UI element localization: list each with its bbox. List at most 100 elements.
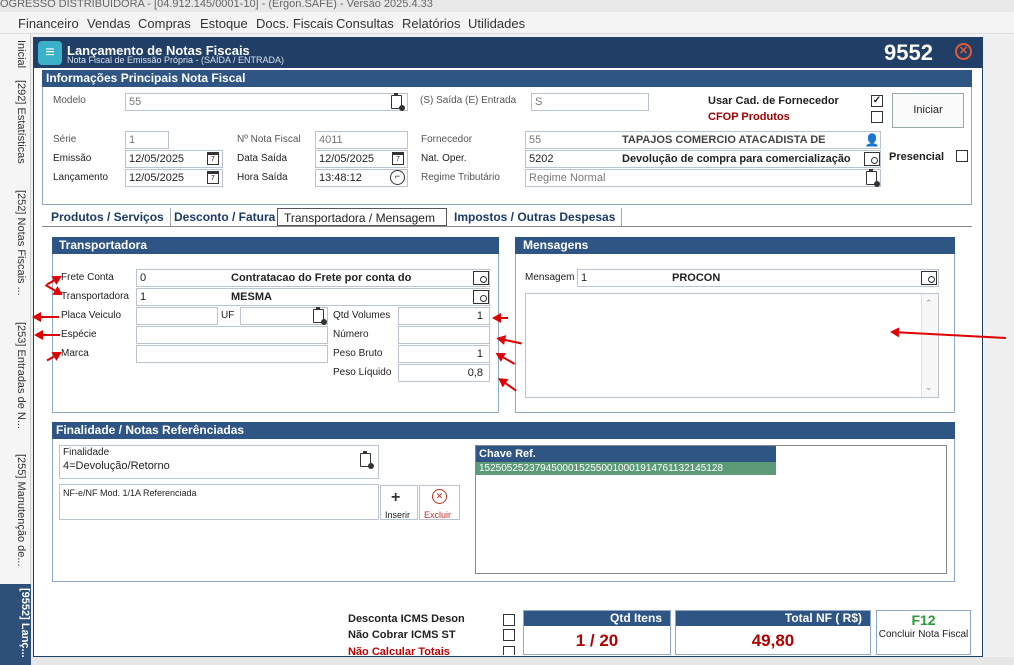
tab-bar: Produtos / Serviços Desconto / Fatura Tr… [45,208,625,228]
frete-field[interactable]: 0 Contratacao do Frete por conta do [136,269,490,287]
presencial-checkbox[interactable] [956,150,968,162]
calendar-icon[interactable]: 7 [392,152,404,165]
desconta-icms-label: Desconta ICMS Deson [348,613,465,625]
mensagem-label: Mensagem [525,272,575,283]
data-saida-label: Data Saída [237,153,288,164]
total-nf-box: Total NF ( R$) 49,80 [675,610,871,655]
num-nf-field[interactable]: 4011 [315,131,408,149]
search-list-icon[interactable] [864,152,880,166]
iniciar-button[interactable]: Iniciar [892,93,964,128]
marca-label: Marca [61,348,89,359]
mensagem-code: 1 [581,272,588,284]
chave-ref-grid[interactable]: Chave Ref. 15250525237945000152550010001… [475,445,947,574]
menu-financeiro[interactable]: Financeiro [18,16,79,31]
serie-label: Série [53,134,77,145]
menu-vendas[interactable]: Vendas [87,16,130,31]
presencial-label: Presencial [889,151,945,163]
saida-entrada-field[interactable]: S [531,93,649,111]
peso-bruto-label: Peso Bruto [333,348,383,359]
calendar-icon[interactable]: 7 [207,152,219,165]
fornecedor-field[interactable]: 55 TAPAJOS COMERCIO ATACADISTA DE [525,131,881,149]
numero-field[interactable] [398,326,490,344]
nat-oper-code: 5202 [529,153,554,165]
transportadora-label: Transportadora [61,291,129,302]
app-title-bar: OGRESSO DISTRIBUIDORA - [04.912.145/0001… [0,0,1014,12]
frete-desc: Contratacao do Frete por conta do [231,272,412,284]
nao-calcular-checkbox[interactable] [503,646,515,655]
clock-icon[interactable]: ⌐ [390,170,405,185]
transportadora-code: 1 [140,291,147,303]
marca-field[interactable] [136,345,328,363]
especie-field[interactable] [136,326,328,344]
tab-desconto[interactable]: Desconto / Fatura [168,208,283,226]
nao-cobrar-label: Não Cobrar ICMS ST [348,629,456,641]
menu-estoque[interactable]: Estoque [200,16,248,31]
finalidade-box[interactable]: Finalidade 4=Devolução/Retorno [59,445,379,479]
transportadora-panel [52,237,499,413]
serie-field[interactable]: 1 [125,131,169,149]
clipboard-icon[interactable] [391,93,405,111]
modelo-field[interactable]: 55 [125,93,408,111]
person-icon[interactable]: 👤 [864,132,880,148]
delete-icon: ✕ [432,489,447,504]
tab-impostos[interactable]: Impostos / Outras Despesas [448,208,623,226]
side-tab-lancamento[interactable]: [9552] Lanç... [0,584,31,665]
nat-oper-label: Nat. Oper. [421,153,467,164]
side-tab-estatisticas[interactable]: [292] Estatísticas [3,80,27,200]
regime-field[interactable]: Regime Normal [525,169,881,187]
clipboard-icon[interactable] [360,451,374,469]
fornecedor-label: Fornecedor [421,134,473,145]
peso-liquido-label: Peso Líquido [333,367,392,378]
nao-cobrar-checkbox[interactable] [503,629,515,641]
peso-bruto-field[interactable]: 1 [398,345,490,363]
menu-consultas[interactable]: Consultas [336,16,394,31]
concluir-label: Concluir Nota Fiscal [878,629,969,640]
cfop-label: CFOP Produtos [708,111,790,123]
excluir-button[interactable]: ✕ Excluir [419,485,460,520]
menu-relatorios[interactable]: Relatórios [402,16,461,31]
mensagem-field[interactable]: 1 PROCON [577,269,939,287]
side-tab-notas-fiscais[interactable]: [252] Notas Fiscais ... [3,190,27,310]
nat-oper-field[interactable]: 5202 Devolução de compra para comerciali… [525,150,881,168]
concluir-button[interactable]: F12 Concluir Nota Fiscal [876,610,971,655]
annotation-arrow [34,316,59,318]
clipboard-icon[interactable] [866,169,880,187]
transportadora-name: MESMA [231,291,272,303]
qtd-volumes-field[interactable]: 1 [398,307,490,325]
side-tab-entradas[interactable]: [253] Entradas de N... [3,322,27,442]
qtd-itens-value: 1 / 20 [575,631,619,650]
chave-ref-row[interactable]: 1525052523794500015255001000191476113214… [476,462,776,475]
menu-docs-fiscais[interactable]: Docs. Fiscais [256,16,333,31]
calendar-icon[interactable]: 7 [207,171,219,184]
clipboard-icon[interactable] [313,307,327,325]
side-tabs: Inicial [292] Estatísticas [252] Notas F… [0,34,31,665]
peso-liquido-field[interactable]: 0,8 [398,364,490,382]
saida-entrada-label: (S) Saída (E) Entrada [420,95,517,106]
cfop-checkbox[interactable] [871,111,883,123]
search-list-icon[interactable] [921,271,937,285]
finalidade-value: 4=Devolução/Retorno [63,460,170,472]
nao-calcular-label: Não Calcular Totais [348,646,450,655]
scroll-up-icon[interactable]: ⌃ [925,298,933,309]
side-tab-manutencao[interactable]: [255] Manutenção de... [3,454,27,580]
nfe-ref-box[interactable]: NF-e/NF Mod. 1/1A Referenciada [59,484,379,520]
transportadora-field[interactable]: 1 MESMA [136,288,490,306]
placa-field[interactable] [136,307,218,325]
close-icon[interactable]: ✕ [955,43,972,60]
qtd-itens-box: Qtd Itens 1 / 20 [523,610,671,655]
menu-compras[interactable]: Compras [138,16,191,31]
mensagem-textarea[interactable] [525,293,939,398]
usar-cad-checkbox[interactable]: ✓ [871,95,883,107]
menu-utilidades[interactable]: Utilidades [468,16,525,31]
transportadora-header: Transportadora [52,237,499,254]
inserir-button[interactable]: + Inserir [380,485,418,520]
tab-transportadora[interactable]: Transportadora / Mensagem [277,208,447,226]
search-list-icon[interactable] [473,290,489,304]
fornecedor-name: TAPAJOS COMERCIO ATACADISTA DE [622,134,826,146]
concluir-key: F12 [911,612,936,628]
search-list-icon[interactable] [473,271,489,285]
side-tab-inicial[interactable]: Inicial [3,40,27,74]
tab-produtos[interactable]: Produtos / Serviços [45,208,171,226]
desconta-icms-checkbox[interactable] [503,614,515,626]
scroll-down-icon[interactable]: ⌄ [925,382,933,393]
